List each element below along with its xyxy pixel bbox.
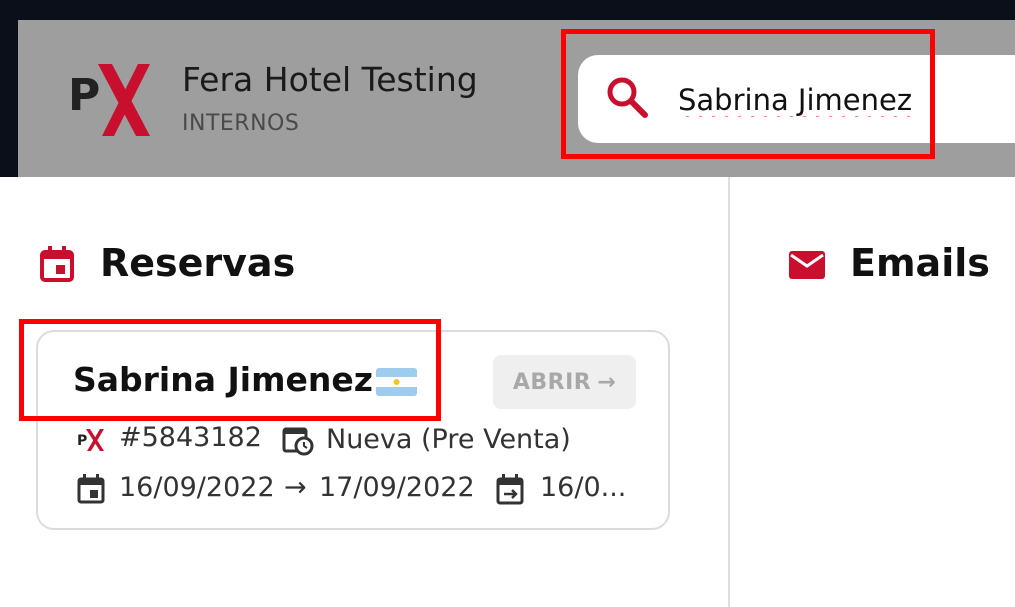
px-logo[interactable]: P xyxy=(68,60,158,140)
px-small-logo-icon: P xyxy=(77,429,104,451)
emails-title: Emails xyxy=(850,241,990,285)
reservation-status: Nueva (Pre Venta) xyxy=(326,424,571,455)
open-button-label: ABRIR xyxy=(512,369,592,395)
arrow-right-icon: → xyxy=(597,369,617,395)
check-in-date: 16/09/2022 xyxy=(119,472,275,503)
search-highlight-box xyxy=(561,29,935,159)
open-reservation-button[interactable]: ABRIR → xyxy=(493,355,636,409)
calendar-clock-icon xyxy=(282,427,314,456)
name-highlight-box xyxy=(19,319,441,421)
left-dark-strip xyxy=(0,20,18,177)
calendar-icon xyxy=(40,246,74,282)
calendar-transfer-icon xyxy=(496,474,524,505)
reservas-title: Reservas xyxy=(100,241,296,285)
top-dark-bar xyxy=(0,0,1015,20)
column-divider xyxy=(728,177,730,607)
extra-date: 16/0... xyxy=(540,472,627,503)
hotel-subtitle: INTERNOS xyxy=(182,111,300,136)
logo-x-mark xyxy=(98,64,150,136)
hotel-title: Fera Hotel Testing xyxy=(182,60,478,99)
date-arrow-icon: → xyxy=(284,472,307,503)
booking-id: #5843182 xyxy=(119,422,262,453)
svg-text:P: P xyxy=(77,433,87,449)
calendar-icon xyxy=(77,474,105,504)
check-out-date: 17/09/2022 xyxy=(319,472,475,503)
email-icon xyxy=(789,251,825,279)
